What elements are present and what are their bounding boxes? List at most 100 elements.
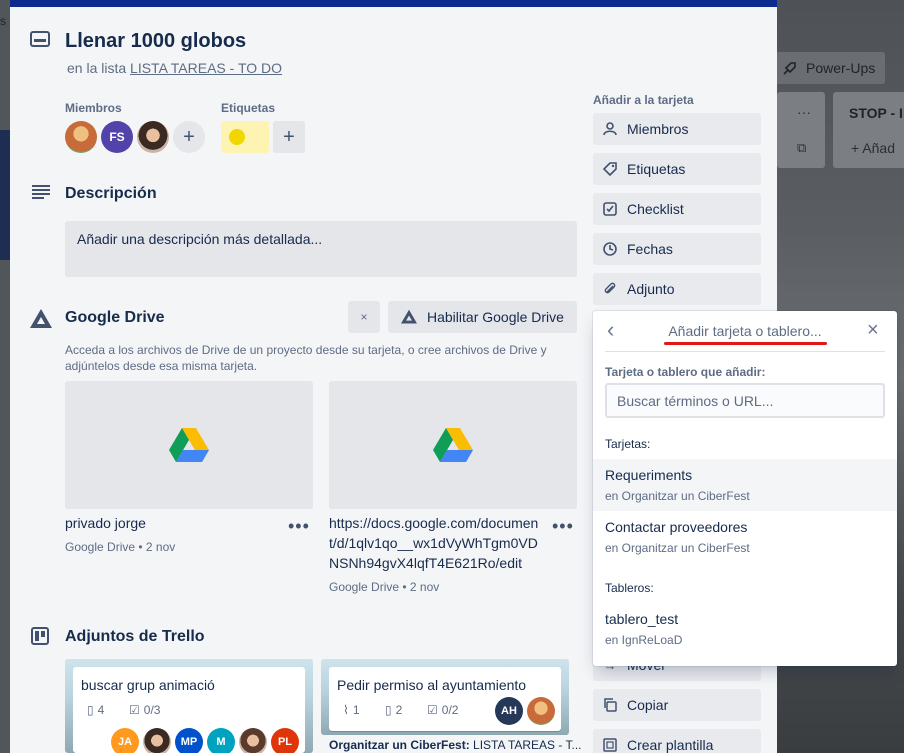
card-title[interactable]: Llenar 1000 globos	[65, 30, 246, 53]
drive-file-thumbnail[interactable]	[329, 381, 577, 509]
card-list-info: en la lista LISTA TAREAS - TO DO	[67, 60, 282, 76]
avatar: M	[207, 728, 235, 753]
label-color-dot	[229, 129, 245, 145]
in-list-prefix: en la lista	[67, 60, 127, 76]
drive-file-meta: Google Drive • 2 nov	[65, 540, 176, 554]
attachment-button-label: Adjunto	[627, 281, 675, 297]
labels-label: Etiquetas	[221, 101, 276, 115]
attachment-button[interactable]: Adjunto	[593, 273, 761, 305]
description-heading: Descripción	[65, 185, 157, 202]
avatar: JA	[111, 728, 139, 753]
search-label: Tarjeta o tablero que añadir:	[605, 365, 766, 379]
avatar	[527, 697, 555, 725]
search-input[interactable]	[605, 383, 885, 418]
board-edge-text: s	[0, 14, 6, 28]
trello-card-title: Pedir permiso al ayuntamiento	[337, 677, 527, 693]
dates-button[interactable]: Fechas	[593, 233, 761, 265]
enable-google-drive-button[interactable]: Habilitar Google Drive	[388, 301, 577, 333]
list-title[interactable]: STOP - IN	[849, 105, 904, 121]
members-button[interactable]: Miembros	[593, 113, 761, 145]
result-title: Contactar proveedores	[605, 519, 748, 535]
paperclip-icon: ⌇	[343, 703, 349, 717]
powerups-button[interactable]: Power-Ups	[776, 52, 885, 84]
result-title: tablero_test	[605, 611, 679, 627]
close-icon: ×	[360, 310, 368, 324]
more-options-icon[interactable]: •••	[552, 516, 574, 537]
checklist-badge: ☑ 0/2	[427, 703, 459, 717]
list-name: LISTA TAREAS - T...	[473, 738, 582, 752]
attachment-icon: ▯	[385, 703, 392, 717]
person-icon	[603, 122, 617, 136]
drive-file-meta: Google Drive • 2 nov	[329, 580, 440, 594]
plus-icon: +	[283, 125, 295, 148]
plus-icon: +	[183, 125, 195, 148]
drive-file-thumbnail[interactable]	[65, 381, 313, 509]
avatar: MP	[175, 728, 203, 753]
add-to-card-heading: Añadir a la tarjeta	[593, 93, 694, 107]
copy-button[interactable]: Copiar	[593, 689, 761, 721]
comments-badge: ⌇ 1	[343, 703, 360, 717]
google-drive-icon	[401, 309, 417, 324]
add-card-or-board-popover: ‹ Añadir tarjeta o tablero... × Tarjeta …	[593, 311, 897, 666]
boards-label: Tableros:	[605, 581, 654, 595]
attachments-badge: ▯ 4	[87, 703, 105, 717]
trello-card-preview[interactable]: Pedir permiso al ayuntamiento ⌇ 1 ▯ 2 ☑ 0/2…	[321, 659, 569, 735]
checklist-button[interactable]: Checklist	[593, 193, 761, 225]
attachment-icon: ▯	[87, 703, 94, 717]
checkbox-icon: ☑	[427, 703, 438, 717]
result-subtitle: en IgnReLoaD	[605, 633, 683, 647]
search-result-card[interactable]: Contactar proveedores en Organitzar un C…	[593, 511, 897, 563]
more-options-icon[interactable]: •••	[288, 516, 310, 537]
create-template-button[interactable]: Crear plantilla	[593, 729, 761, 753]
add-label-button[interactable]: +	[273, 121, 305, 153]
avatar[interactable]	[65, 121, 97, 153]
drive-file-name[interactable]: privado jorge	[65, 513, 265, 533]
google-drive-heading: Google Drive	[65, 309, 165, 326]
google-drive-logo-icon	[433, 428, 473, 462]
checkbox-icon	[603, 202, 617, 216]
close-icon[interactable]: ×	[867, 320, 879, 340]
title-underline-annotation	[664, 342, 827, 345]
close-button[interactable]: ×	[348, 301, 380, 333]
members-button-label: Miembros	[627, 121, 689, 137]
card-icon	[30, 31, 50, 47]
description-icon	[32, 185, 50, 199]
label-chip[interactable]	[221, 121, 269, 153]
search-result-card[interactable]: Requeriments en Organitzar un CiberFest	[593, 459, 897, 511]
card-cover-bar	[10, 0, 777, 7]
checklist-badge: ☑ 0/3	[129, 703, 161, 717]
result-subtitle: en Organitzar un CiberFest	[605, 489, 750, 503]
add-card-link[interactable]: + Añad	[851, 140, 895, 156]
avatar[interactable]: FS	[101, 121, 133, 153]
trello-card[interactable]: buscar grup animació ▯ 4 ☑ 0/3 JA MP M PL	[73, 667, 305, 753]
board-left-edge	[0, 0, 10, 753]
description-input[interactable]: Añadir una descripción más detallada...	[65, 221, 577, 277]
copy-icon	[603, 698, 617, 712]
tag-icon	[603, 162, 617, 176]
list-link[interactable]: LISTA TAREAS - TO DO	[130, 60, 282, 76]
trello-attachments-heading: Adjuntos de Trello	[65, 628, 205, 645]
trello-icon	[31, 627, 49, 645]
avatar	[143, 728, 171, 753]
dates-button-label: Fechas	[627, 241, 673, 257]
rocket-icon	[783, 62, 796, 75]
google-drive-logo-icon	[169, 428, 209, 462]
list-menu-icon[interactable]: ···	[797, 104, 811, 120]
create-template-button-label: Crear plantilla	[627, 737, 714, 753]
board-sidebar-strip	[0, 130, 10, 260]
google-drive-description: Acceda a los archivos de Drive de un pro…	[65, 343, 547, 373]
trello-card-preview[interactable]: buscar grup animació ▯ 4 ☑ 0/3 JA MP M PL	[65, 659, 313, 753]
labels-button[interactable]: Etiquetas	[593, 153, 761, 185]
avatar[interactable]	[137, 121, 169, 153]
attachments-badge: ▯ 2	[385, 703, 403, 717]
trello-card[interactable]: Pedir permiso al ayuntamiento ⌇ 1 ▯ 2 ☑ 0/2…	[329, 667, 561, 731]
paperclip-icon	[603, 282, 617, 296]
drive-file-name[interactable]: https://docs.google.com/document/d/1qlv1…	[329, 513, 545, 573]
add-member-button[interactable]: +	[173, 121, 205, 153]
copy-list-icon[interactable]: ⧉	[797, 140, 806, 156]
board-list	[833, 92, 904, 168]
checkbox-icon: ☑	[129, 703, 140, 717]
members-label: Miembros	[65, 101, 122, 115]
trello-card-title: buscar grup animació	[81, 677, 215, 693]
search-result-board[interactable]: tablero_test en IgnReLoaD	[593, 603, 897, 655]
